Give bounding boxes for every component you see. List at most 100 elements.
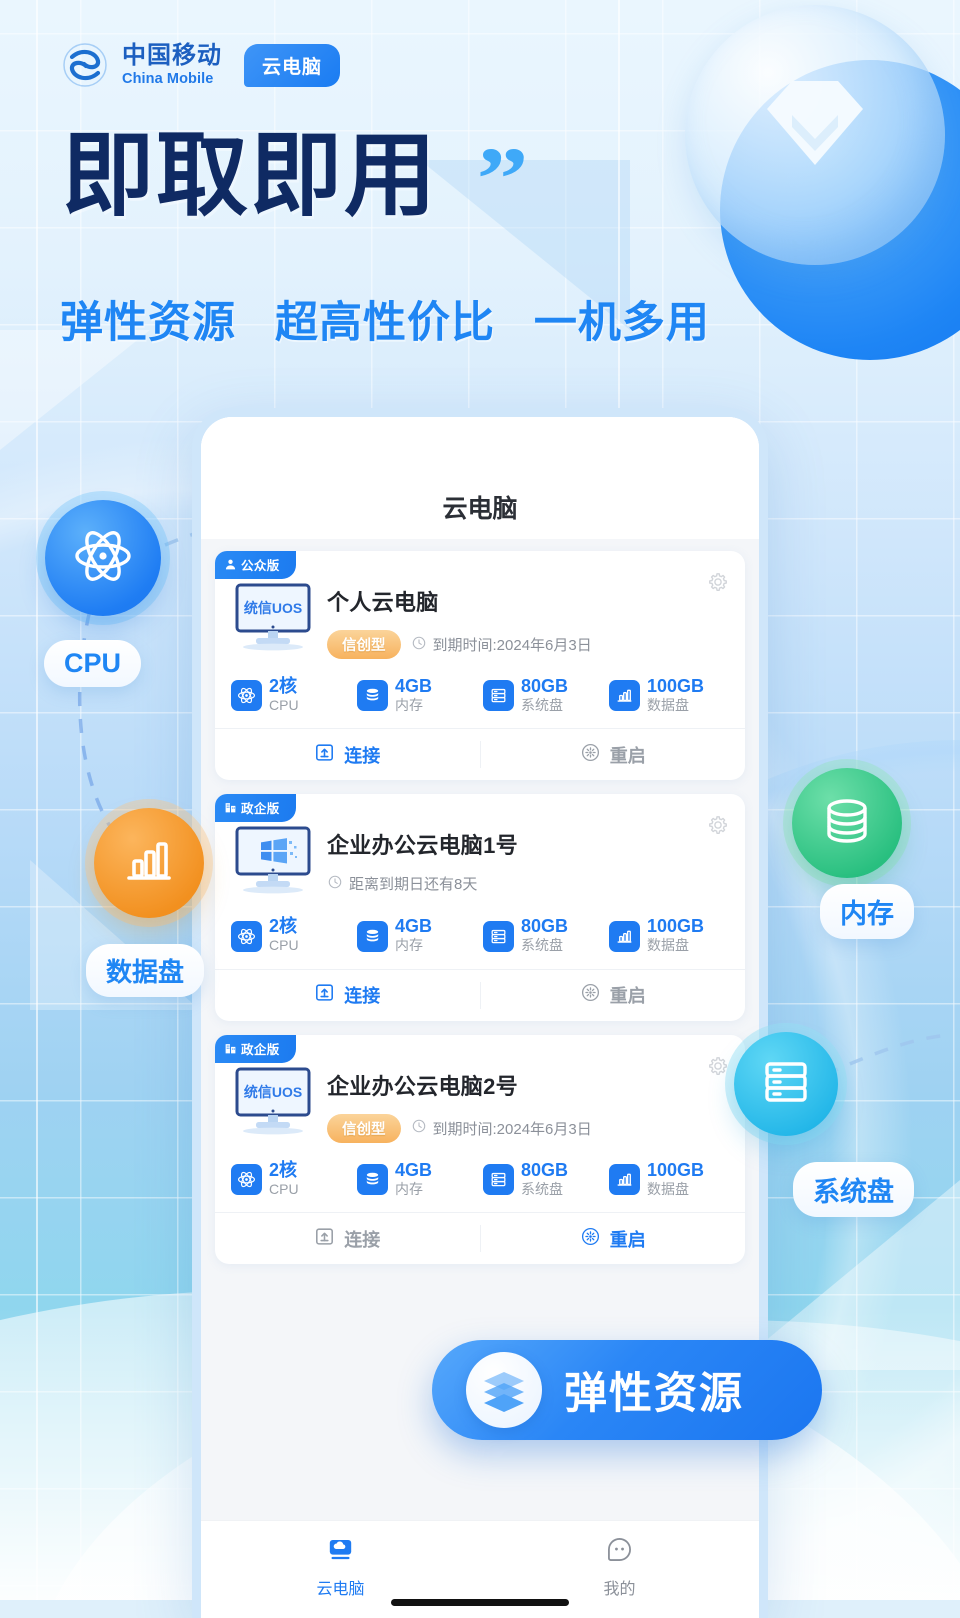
spec-value: 100GB bbox=[647, 916, 705, 937]
restart-label: 重启 bbox=[609, 986, 646, 1007]
uos-monitor-icon: 统信UOS bbox=[231, 583, 315, 659]
subtitle-part-1: 超高性价比 bbox=[274, 299, 495, 347]
callout-label-data-disk: 数据盘 bbox=[86, 944, 205, 997]
card-meta: 信创型 到期时间:2024年6月3日 bbox=[327, 630, 727, 659]
spec-value: 4GB bbox=[395, 1159, 433, 1180]
memory-database-icon bbox=[357, 680, 388, 712]
restart-icon bbox=[580, 1226, 601, 1252]
memory-database-icon bbox=[357, 1163, 388, 1195]
data-disk-chart-icon bbox=[120, 832, 178, 895]
spec-item: 80GB 系统盘 bbox=[483, 917, 605, 954]
connect-label: 连接 bbox=[344, 986, 381, 1007]
elastic-resource-cta[interactable]: 弹性资源 bbox=[432, 1340, 822, 1440]
spec-item: 4GB 内存 bbox=[357, 677, 479, 714]
spec-label: 数据盘 bbox=[647, 696, 689, 713]
callout-bubble-data-disk bbox=[94, 808, 204, 918]
data-disk-chart-icon bbox=[609, 920, 640, 952]
edition-ribbon: 政企版 bbox=[215, 794, 296, 823]
brand-name-en: China Mobile bbox=[122, 70, 214, 87]
cloud-pc-card[interactable]: 政企版 企业办公云电脑1号 距离到期日还有8天 2核 CPU 4GB 内存 80… bbox=[215, 794, 746, 1021]
restart-button[interactable]: 重启 bbox=[481, 970, 746, 1021]
data-disk-chart-icon bbox=[609, 1163, 640, 1195]
app-page-title: 云电脑 bbox=[201, 417, 759, 539]
type-badge: 信创型 bbox=[327, 630, 401, 659]
hero-subtitle: 弹性资源 超高性价比 一机多用 bbox=[60, 288, 736, 350]
connect-button[interactable]: 连接 bbox=[215, 970, 480, 1021]
diamond-badge bbox=[685, 5, 945, 265]
spec-value: 2核 bbox=[269, 676, 298, 696]
elastic-resource-cta-label: 弹性资源 bbox=[564, 1370, 744, 1418]
cloud-pc-card[interactable]: 公众版 统信UOS 个人云电脑 信创型 到期时间:2024年6月3日 2核 CP… bbox=[215, 551, 746, 781]
spec-item: 4GB 内存 bbox=[357, 1159, 479, 1198]
spec-item: 2核 CPU bbox=[231, 677, 353, 714]
cloud-pc-card[interactable]: 政企版 统信UOS 企业办公云电脑2号 信创型 到期时间:2024年6月3日 2… bbox=[215, 1034, 746, 1265]
cpu-atom-icon bbox=[231, 1163, 262, 1195]
connect-button[interactable]: 连接 bbox=[215, 729, 480, 780]
restart-button[interactable]: 重启 bbox=[481, 1213, 746, 1264]
uos-monitor-icon: 统信UOS bbox=[231, 1067, 315, 1143]
restart-button[interactable]: 重启 bbox=[481, 729, 746, 780]
spec-item: 2核 CPU bbox=[231, 1159, 353, 1198]
spec-label: 系统盘 bbox=[521, 696, 563, 713]
spec-label: 数据盘 bbox=[647, 1180, 689, 1197]
cpu-atom-icon bbox=[231, 680, 262, 712]
edition-ribbon-label: 政企版 bbox=[241, 1042, 280, 1057]
spec-value: 2核 bbox=[269, 1159, 298, 1180]
svg-text:统信UOS: 统信UOS bbox=[244, 1084, 302, 1100]
connect-button[interactable]: 连接 bbox=[215, 1213, 480, 1264]
card-settings-button[interactable] bbox=[707, 1055, 729, 1082]
expiry-text: 距离到期日还有8天 bbox=[349, 876, 478, 894]
page-title: 即取即用 bbox=[62, 122, 439, 229]
spec-value: 80GB bbox=[521, 916, 569, 937]
callout-bubble-memory bbox=[792, 768, 902, 878]
edition-ribbon-label: 公众版 bbox=[241, 559, 280, 573]
system-disk-icon bbox=[758, 1054, 814, 1115]
spec-label: CPU bbox=[269, 937, 299, 954]
spec-item: 100GB 数据盘 bbox=[609, 677, 731, 714]
spec-value: 4GB bbox=[395, 676, 433, 696]
spec-item: 2核 CPU bbox=[231, 917, 353, 954]
callout-label-memory: 内存 bbox=[820, 884, 914, 939]
brand-name-cn: 中国移动 bbox=[122, 41, 222, 69]
profile-icon bbox=[606, 1536, 633, 1568]
connect-icon bbox=[314, 982, 335, 1008]
cloud-pc-name: 个人云电脑 bbox=[327, 590, 439, 615]
callout-label-cpu: CPU bbox=[44, 640, 142, 687]
spec-item: 4GB 内存 bbox=[357, 917, 479, 954]
card-settings-button[interactable] bbox=[707, 814, 729, 841]
product-tag: 云电脑 bbox=[244, 43, 341, 87]
restart-icon bbox=[580, 742, 601, 768]
tab-label: 云电脑 bbox=[316, 1581, 365, 1598]
spec-item: 80GB 系统盘 bbox=[483, 1160, 605, 1198]
spec-value: 2核 bbox=[269, 916, 298, 937]
data-disk-chart-icon bbox=[609, 680, 640, 712]
spec-row: 2核 CPU 4GB 内存 80GB 系统盘 100GB 数据盘 bbox=[215, 901, 745, 968]
cpu-atom-icon bbox=[72, 525, 134, 592]
card-settings-button[interactable] bbox=[707, 571, 729, 598]
type-badge: 信创型 bbox=[327, 1113, 401, 1143]
spec-item: 100GB 数据盘 bbox=[609, 1160, 731, 1198]
memory-database-icon bbox=[818, 792, 876, 855]
memory-database-icon bbox=[357, 920, 388, 952]
spec-label: CPU bbox=[269, 1180, 299, 1197]
connect-icon bbox=[314, 742, 335, 768]
spec-label: CPU bbox=[269, 696, 299, 713]
clock-icon bbox=[411, 635, 427, 655]
windows-monitor-icon bbox=[231, 826, 315, 899]
brand-header: 中国移动 China Mobile 云电脑 bbox=[62, 41, 341, 88]
cloud-pc-icon bbox=[327, 1536, 354, 1568]
spec-row: 2核 CPU 4GB 内存 80GB 系统盘 100GB 数据盘 bbox=[215, 1145, 745, 1212]
system-disk-icon bbox=[483, 680, 514, 712]
spec-value: 80GB bbox=[521, 676, 569, 696]
callout-bubble-cpu bbox=[45, 500, 161, 616]
spec-label: 系统盘 bbox=[521, 937, 563, 954]
home-indicator bbox=[391, 1599, 569, 1606]
system-disk-icon bbox=[483, 920, 514, 952]
restart-label: 重启 bbox=[609, 745, 646, 766]
clock-icon bbox=[327, 874, 343, 894]
edition-ribbon-label: 政企版 bbox=[241, 802, 280, 817]
expiry-text: 到期时间:2024年6月3日 bbox=[432, 1120, 592, 1138]
subtitle-part-0: 弹性资源 bbox=[60, 299, 236, 347]
card-action-bar: 连接 重启 bbox=[215, 968, 746, 1021]
connect-label: 连接 bbox=[344, 1229, 381, 1250]
